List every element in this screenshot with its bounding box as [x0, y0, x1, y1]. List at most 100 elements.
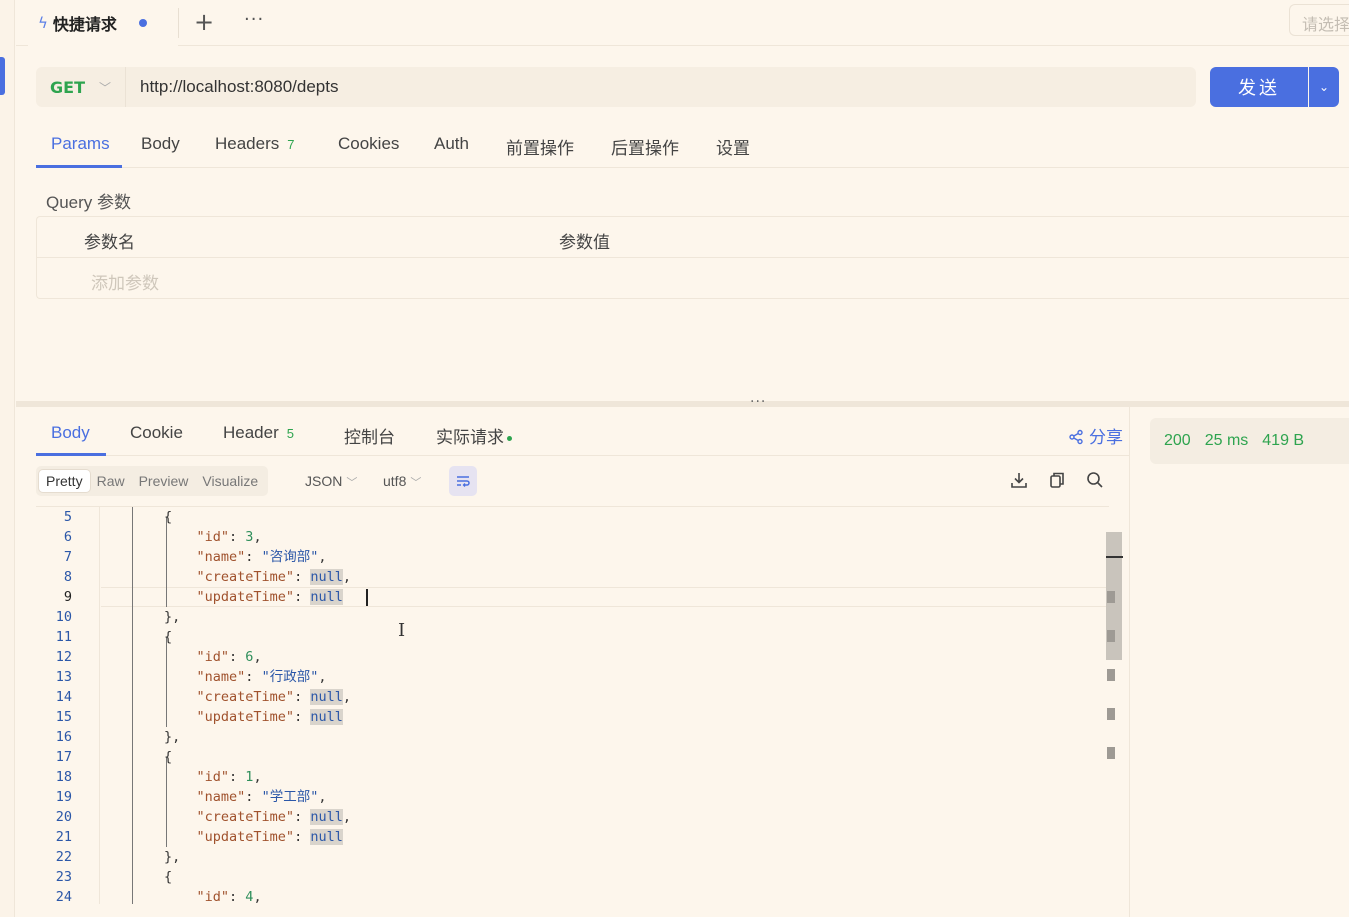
tab-pre-operations[interactable]: 前置操作: [506, 134, 574, 159]
language-label: JSON: [305, 473, 343, 489]
line-number: 10: [55, 609, 72, 625]
copy-icon[interactable]: [1047, 470, 1067, 490]
code-line: 23 {: [36, 867, 1109, 887]
request-url-bar: GET ﹀: [36, 67, 1196, 107]
tab-params[interactable]: Params: [51, 134, 110, 154]
tab-quick-request[interactable]: ϟ 快捷请求: [28, 0, 178, 46]
mode-preview[interactable]: Preview: [132, 470, 196, 492]
tab-cookies[interactable]: Cookies: [338, 134, 399, 154]
left-panel-handle[interactable]: [0, 57, 5, 95]
line-number: 12: [55, 649, 72, 665]
resp-tab-actual-request[interactable]: 实际请求: [436, 423, 512, 448]
splitter-handle-icon[interactable]: ···: [750, 394, 766, 410]
scroll-position-marker: [1106, 556, 1123, 558]
text-caret: [366, 589, 368, 606]
code-line: 18 "id": 1,: [36, 767, 1109, 787]
code-text: {: [164, 509, 173, 525]
active-resp-tab-indicator: [36, 453, 106, 456]
request-tabs: Params Body Headers 7 Cookies Auth 前置操作 后…: [36, 122, 1349, 168]
panel-splitter[interactable]: [16, 401, 1349, 407]
response-time: 25 ms: [1204, 432, 1249, 449]
send-options-button[interactable]: ⌄: [1309, 67, 1339, 107]
response-tabs: Body Cookie Header 5 控制台 实际请求 分享: [36, 410, 1129, 456]
share-button[interactable]: 分享: [1068, 423, 1123, 448]
line-number: 5: [63, 509, 72, 525]
minimap-marker: [1107, 591, 1115, 603]
response-code-editor[interactable]: 5{ 6 "id": 3, 7 "name": "咨询部", 8 "create…: [36, 506, 1109, 904]
add-param-input[interactable]: 添加参数: [91, 269, 159, 294]
line-number: 11: [55, 629, 72, 645]
main-panel: ϟ 快捷请求 + ··· 请选择 GET ﹀ 发送 ⌄ Params Body …: [16, 0, 1349, 917]
code-text: "updateTime": null: [196, 589, 343, 605]
language-select[interactable]: JSON ﹀: [305, 473, 357, 490]
encoding-select[interactable]: utf8 ﹀: [383, 473, 421, 490]
params-table: 参数名 参数值 添加参数: [36, 216, 1349, 299]
line-number: 16: [55, 729, 72, 745]
method-select[interactable]: GET ﹀: [36, 67, 126, 107]
code-text: "updateTime": null: [196, 709, 343, 725]
line-number: 13: [55, 669, 72, 685]
minimap-marker: [1107, 708, 1115, 720]
code-text: "name": "咨询部",: [196, 549, 327, 565]
mode-raw[interactable]: Raw: [90, 470, 132, 492]
resp-tab-cookie[interactable]: Cookie: [130, 423, 183, 443]
line-number: 9: [63, 589, 72, 605]
param-value-header: 参数值: [559, 233, 610, 253]
text-cursor-icon: I: [398, 620, 406, 641]
mode-pretty[interactable]: Pretty: [39, 470, 90, 492]
code-text: "id": 4,: [196, 889, 262, 904]
code-text: {: [164, 749, 173, 765]
code-text: "id": 6,: [196, 649, 262, 665]
code-text: "id": 1,: [196, 769, 262, 785]
chevron-down-icon: ﹀: [410, 477, 422, 489]
tab-title: 快捷请求: [52, 15, 117, 34]
code-line: 17 {: [36, 747, 1109, 767]
code-line: 6 "id": 3,: [36, 527, 1109, 547]
resp-tab-console[interactable]: 控制台: [344, 423, 395, 448]
resp-tab-body[interactable]: Body: [51, 423, 90, 443]
code-text: "updateTime": null: [196, 829, 343, 845]
minimap-marker: [1107, 669, 1115, 681]
code-line: 12 "id": 6,: [36, 647, 1109, 667]
code-line: 5{: [36, 507, 1109, 527]
word-wrap-button[interactable]: [449, 466, 477, 496]
more-tabs-button[interactable]: ···: [244, 6, 264, 34]
send-button[interactable]: 发送: [1210, 67, 1308, 107]
chevron-down-icon: ﹀: [346, 477, 358, 489]
code-line: 19 "name": "学工部",: [36, 787, 1109, 807]
lightning-icon: ϟ: [38, 14, 48, 32]
code-text: },: [164, 729, 181, 745]
download-icon[interactable]: [1009, 470, 1029, 490]
line-number: 24: [55, 889, 72, 904]
method-label: GET: [50, 77, 85, 97]
params-table-header: 参数名 参数值: [37, 217, 1349, 258]
code-line: 10},: [36, 607, 1109, 627]
resp-tab-actual-request-label: 实际请求: [436, 428, 504, 447]
chevron-down-icon: ⌄: [1318, 80, 1330, 94]
resp-tab-header[interactable]: Header 5: [223, 423, 294, 443]
wrap-lines-icon: [457, 476, 470, 487]
code-text: },: [164, 849, 181, 865]
tab-settings[interactable]: 设置: [716, 134, 750, 159]
environment-select[interactable]: 请选择: [1289, 4, 1349, 36]
new-tab-button[interactable]: +: [194, 8, 214, 36]
active-tab-indicator: [36, 165, 122, 168]
share-icon: [1068, 429, 1083, 445]
mode-visualize[interactable]: Visualize: [195, 470, 265, 492]
tab-body[interactable]: Body: [141, 134, 180, 154]
url-input[interactable]: [126, 67, 1196, 107]
tab-auth[interactable]: Auth: [434, 134, 469, 154]
search-icon[interactable]: [1085, 470, 1105, 490]
code-text: "createTime": null,: [196, 569, 351, 585]
status-code: 200: [1164, 432, 1191, 449]
minimap-marker: [1107, 747, 1115, 759]
tab-headers[interactable]: Headers 7: [215, 134, 295, 154]
code-line: 11 {: [36, 627, 1109, 647]
code-text: {: [164, 869, 173, 885]
response-status: 200 25 ms 419 B: [1150, 418, 1349, 464]
line-number: 22: [55, 849, 72, 865]
code-line: 21 "updateTime": null: [36, 827, 1109, 847]
tab-post-operations[interactable]: 后置操作: [611, 134, 679, 159]
headers-count-badge: 7: [287, 137, 295, 152]
tab-bar: ϟ 快捷请求 + ··· 请选择: [16, 0, 1349, 46]
